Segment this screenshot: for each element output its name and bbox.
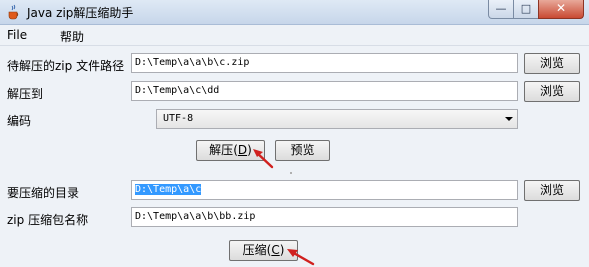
minimize-icon: — bbox=[495, 2, 507, 15]
preview-button[interactable]: 预览 bbox=[275, 140, 330, 161]
title-bar: Java zip解压缩助手 — □ ✕ bbox=[0, 0, 589, 25]
browse-dir-button[interactable]: 浏览 bbox=[524, 180, 580, 201]
browse-dest-button[interactable]: 浏览 bbox=[524, 81, 580, 102]
zip-mnemonic: C bbox=[271, 243, 280, 257]
menu-bar: File 帮助 bbox=[0, 25, 589, 46]
zip-name-value: D:\Temp\a\a\b\bb.zip bbox=[135, 211, 256, 222]
encoding-select[interactable]: UTF-8 bbox=[156, 109, 518, 129]
java-cup-icon bbox=[8, 4, 19, 20]
menu-file[interactable]: File bbox=[7, 28, 27, 42]
close-icon: ✕ bbox=[555, 1, 567, 15]
zip-path-value: D:\Temp\a\a\b\c.zip bbox=[135, 57, 250, 68]
maximize-button[interactable]: □ bbox=[513, 0, 539, 19]
chevron-down-icon[interactable] bbox=[505, 117, 513, 121]
zip-dir-input[interactable]: D:\Temp\a\c bbox=[131, 180, 518, 200]
zip-name-input[interactable]: D:\Temp\a\a\b\bb.zip bbox=[131, 207, 518, 227]
encoding-value: UTF-8 bbox=[163, 113, 194, 124]
maximize-icon: □ bbox=[520, 2, 532, 15]
unzip-mnemonic: D bbox=[237, 143, 248, 157]
browse-zip-label: 浏览 bbox=[539, 56, 564, 70]
menu-help[interactable]: 帮助 bbox=[60, 28, 84, 45]
red-arrow-icon bbox=[253, 149, 274, 169]
preview-button-label: 预览 bbox=[290, 143, 315, 157]
minimize-button[interactable]: — bbox=[488, 0, 514, 19]
zip-dir-value: D:\Temp\a\c bbox=[135, 184, 202, 195]
red-arrow-icon bbox=[287, 249, 315, 266]
zip-button-label: 压缩 bbox=[242, 243, 267, 257]
zip-path-label: 待解压的zip 文件路径 bbox=[7, 59, 125, 73]
browse-dest-label: 浏览 bbox=[539, 84, 564, 98]
browse-dir-label: 浏览 bbox=[539, 183, 564, 197]
dest-label: 解压到 bbox=[7, 87, 44, 101]
window-title: Java zip解压缩助手 bbox=[27, 6, 134, 20]
zip-path-input[interactable]: D:\Temp\a\a\b\c.zip bbox=[131, 53, 518, 73]
encoding-label: 编码 bbox=[7, 114, 32, 128]
app-window: Java zip解压缩助手 — □ ✕ File 帮助 待解压的zip 文件路径… bbox=[0, 0, 589, 267]
dest-value: D:\Temp\a\c\dd bbox=[135, 85, 220, 96]
close-button[interactable]: ✕ bbox=[538, 0, 584, 19]
browse-zip-button[interactable]: 浏览 bbox=[524, 53, 580, 74]
zip-dir-label: 要压缩的目录 bbox=[7, 186, 80, 200]
zip-name-label: zip 压缩包名称 bbox=[7, 213, 89, 227]
separator-dot bbox=[290, 172, 292, 174]
dest-input[interactable]: D:\Temp\a\c\dd bbox=[131, 81, 518, 101]
unzip-button-label: 解压 bbox=[209, 143, 234, 157]
